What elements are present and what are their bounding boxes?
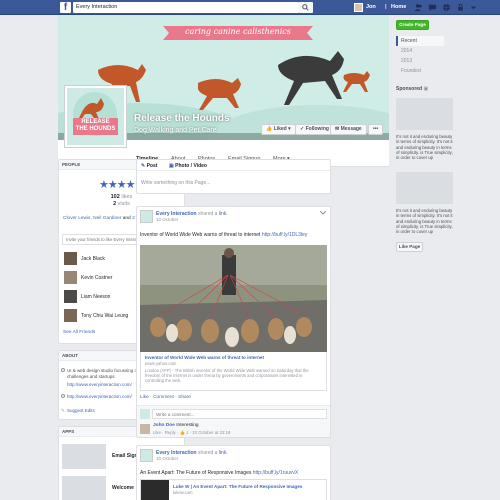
comment: John Doe Interesting: [153, 423, 199, 428]
post-options-chevron-icon[interactable]: [320, 211, 326, 215]
friend-avatar[interactable]: [64, 271, 77, 284]
ad-image[interactable]: [396, 172, 453, 204]
timeline-year-nav: Recent 2014 2013 Founded: [396, 36, 444, 76]
post-date[interactable]: 10 October: [156, 217, 178, 222]
page-category[interactable]: Dog Walking and Pet Care: [134, 127, 217, 134]
pencil-icon: ✎: [141, 163, 146, 169]
search-input[interactable]: [73, 2, 299, 13]
info-icon: [61, 368, 65, 372]
post-text: Inventor of World Wide Web warns of thre…: [140, 232, 308, 238]
year-nav-item[interactable]: 2013: [396, 56, 444, 66]
post-composer: ✎ Post ▣ Photo / Video Write something o…: [136, 159, 331, 194]
camera-icon: ▣: [169, 163, 174, 169]
composer-input[interactable]: Write something on this Page...: [141, 180, 210, 186]
search-button[interactable]: [299, 2, 313, 13]
year-nav-item[interactable]: Recent: [396, 36, 444, 46]
link-preview[interactable]: Inventor of World Wide Web warns of thre…: [140, 352, 327, 391]
ad-image[interactable]: [396, 98, 453, 130]
comment-meta[interactable]: Like · Reply · 👍 1 · 10 October at 22:18: [153, 430, 230, 436]
link-preview[interactable]: Luke W | An Event Apart: The Future of R…: [140, 479, 327, 500]
liked-button[interactable]: 👍 Liked ▾: [261, 124, 296, 135]
search-icon: [302, 4, 309, 11]
friend-requests-icon[interactable]: [414, 3, 423, 12]
cover-banner-text: caring canine calisthenics: [185, 27, 291, 36]
link-preview-domain: news.yahoo.com: [145, 361, 177, 366]
post-author-avatar[interactable]: [140, 449, 153, 462]
year-nav-item[interactable]: 2014: [396, 46, 444, 56]
comment-section: John Doe Interesting Like · Reply · 👍 1 …: [137, 405, 330, 437]
profile-logo-text: RELEASE THE HOUNDS: [75, 119, 116, 132]
user-name-link[interactable]: Jon: [366, 3, 376, 12]
app-thumbnail: [62, 444, 106, 469]
post-date[interactable]: 10 October: [156, 456, 178, 461]
composer-tabs: ✎ Post ▣ Photo / Video: [137, 160, 330, 171]
timeline-post: Every Interaction shared a link. 10 Octo…: [136, 206, 331, 438]
more-options-button[interactable]: •••: [368, 124, 384, 135]
post-actions[interactable]: Like · Comment · Share: [140, 395, 191, 400]
globe-icon: [61, 394, 65, 398]
user-avatar[interactable]: [354, 3, 363, 12]
globe-notifications-icon[interactable]: [442, 3, 451, 12]
composer-tab-photo[interactable]: ▣ Photo / Video: [169, 163, 207, 169]
create-page-button[interactable]: Create Page: [396, 20, 429, 30]
facebook-logo[interactable]: f: [60, 2, 71, 13]
pencil-icon: ✎: [61, 408, 65, 413]
ad-text[interactable]: It's not it and enduring beauty in terms…: [396, 208, 456, 234]
comment-input[interactable]: [152, 409, 327, 419]
ad-text[interactable]: It's not it and enduring beauty in terms…: [396, 134, 456, 160]
commenter-avatar: [140, 409, 150, 419]
page-title: Release the Hounds: [134, 113, 230, 124]
top-navigation-bar: f Jon | Home: [0, 0, 500, 15]
sponsored-header: Sponsored ▣: [396, 86, 429, 92]
comment-avatar[interactable]: [140, 424, 150, 434]
profile-logo-dog: [73, 92, 118, 136]
app-thumbnail: [62, 476, 106, 500]
post-text: An Event Apart: The Future of Responsive…: [140, 470, 299, 476]
message-button[interactable]: ✉ Message: [330, 124, 367, 135]
privacy-lock-icon[interactable]: [456, 3, 465, 12]
link-preview-thumbnail: [141, 480, 169, 500]
like-page-button[interactable]: Like Page: [396, 242, 423, 252]
see-all-friends-link[interactable]: See All Friends: [63, 330, 95, 335]
thumbs-up-icon: 👍: [266, 126, 274, 132]
year-nav-item[interactable]: Founded: [396, 66, 444, 76]
link-preview-title[interactable]: Inventor of World Wide Web warns of thre…: [145, 355, 264, 360]
dog-walker-photo: [140, 245, 327, 352]
likes-count[interactable]: 102 likes: [59, 194, 184, 200]
following-button[interactable]: ✓ Following: [295, 124, 334, 135]
friend-avatar[interactable]: [64, 252, 77, 265]
link-preview-description: London (AFP) - The British inventor of t…: [145, 368, 309, 384]
link-preview-title[interactable]: Luke W | An Event Apart: The Future of R…: [173, 484, 302, 489]
timeline-post: Every Interaction shared a link. 10 Octo…: [136, 445, 331, 500]
composer-tab-post[interactable]: ✎ Post: [141, 163, 157, 169]
friend-avatar[interactable]: [64, 290, 77, 303]
profile-picture[interactable]: RELEASE THE HOUNDS: [64, 85, 127, 148]
post-author-avatar[interactable]: [140, 210, 153, 223]
messages-icon[interactable]: [428, 3, 437, 12]
link-preview-image[interactable]: [140, 245, 327, 352]
home-link[interactable]: Home: [391, 3, 406, 12]
settings-dropdown-icon[interactable]: [469, 3, 478, 12]
link-preview-domain: lukew.com: [173, 490, 193, 495]
ad-choices-icon: ▣: [423, 86, 429, 92]
friend-avatar[interactable]: [64, 309, 77, 322]
